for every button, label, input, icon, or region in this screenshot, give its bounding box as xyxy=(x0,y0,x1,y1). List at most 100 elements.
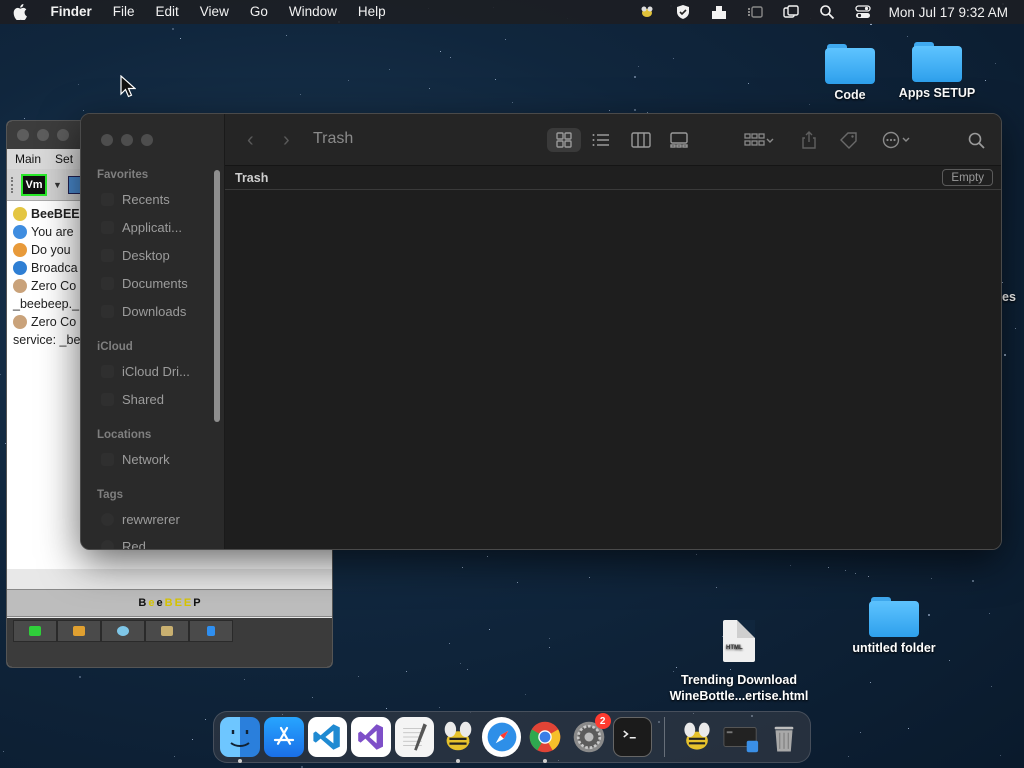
menu-view[interactable]: View xyxy=(189,0,239,24)
list-view-button[interactable] xyxy=(585,128,617,152)
action-menu-button[interactable] xyxy=(875,128,919,152)
tab-files[interactable] xyxy=(189,620,233,642)
sidebar-item-network[interactable]: Network xyxy=(101,452,170,467)
sidebar-item-documents[interactable]: Documents xyxy=(101,276,188,291)
sidebar-item-downloads[interactable]: Downloads xyxy=(101,304,186,319)
window-thumbnail-icon xyxy=(723,727,758,753)
icon-view-button[interactable] xyxy=(547,128,581,152)
share-button[interactable] xyxy=(795,128,823,152)
search-button[interactable] xyxy=(963,128,991,152)
dock-app-terminal[interactable] xyxy=(612,717,653,757)
sidebar-scrollbar[interactable] xyxy=(214,170,220,422)
menu-go[interactable]: Go xyxy=(239,0,278,24)
bear-icon xyxy=(13,315,27,329)
stage-manager-icon[interactable] xyxy=(737,0,773,24)
sidebar-item-shared[interactable]: Shared xyxy=(101,392,164,407)
running-indicator xyxy=(238,759,242,763)
desktop-html-file[interactable]: HTML Trending Download WineBottle...erti… xyxy=(664,620,814,704)
close-button[interactable] xyxy=(17,129,29,141)
back-arrow-icon[interactable]: ‹ xyxy=(247,129,254,152)
dock-app-beebeep[interactable] xyxy=(438,717,478,763)
sidebar-item-recents[interactable]: Recents xyxy=(101,192,170,207)
ellipsis-circle-icon xyxy=(882,131,910,149)
desktop-folder-apps-setup[interactable]: Apps SETUP xyxy=(896,42,978,100)
beebeep-menu-main[interactable]: Main xyxy=(15,152,41,166)
chat-icon xyxy=(29,626,41,636)
network-status-icon[interactable] xyxy=(701,0,737,24)
desktop-icon xyxy=(101,249,114,262)
sidebar-item-tag-rewwrerer[interactable]: rewwrerer xyxy=(101,512,180,527)
beebeep-status-icon[interactable] xyxy=(629,0,665,24)
dock-app-textedit[interactable] xyxy=(394,717,435,757)
tab-messages[interactable] xyxy=(101,620,145,642)
zoom-button[interactable] xyxy=(141,134,153,146)
bee-icon xyxy=(13,207,27,221)
spotlight-search-icon[interactable] xyxy=(809,0,845,24)
tab-users[interactable] xyxy=(57,620,101,642)
brand-letter: P xyxy=(193,597,203,609)
sidebar-section-tags: Tags xyxy=(97,489,123,501)
menu-edit[interactable]: Edit xyxy=(145,0,189,24)
group-by-button[interactable] xyxy=(737,128,781,152)
broadcast-icon xyxy=(13,261,27,275)
columns-icon xyxy=(631,132,651,148)
dock-minimized-window[interactable] xyxy=(721,717,761,757)
minimize-button[interactable] xyxy=(37,129,49,141)
sidebar-item-applications[interactable]: Applicati... xyxy=(101,220,182,235)
share-icon xyxy=(802,131,816,149)
finder-content-area[interactable] xyxy=(225,191,1001,549)
minimize-button[interactable] xyxy=(121,134,133,146)
empty-trash-button[interactable]: Empty xyxy=(942,169,993,186)
menu-window[interactable]: Window xyxy=(278,0,347,24)
desktop-folder-untitled[interactable]: untitled folder xyxy=(848,597,940,655)
dock-minimized-beebeep[interactable] xyxy=(677,717,717,757)
close-button[interactable] xyxy=(101,134,113,146)
desktop-partial-label: es xyxy=(1002,290,1016,304)
html-document-icon: HTML xyxy=(723,620,755,662)
menu-app-name[interactable]: Finder xyxy=(40,0,102,24)
desktop-icon-label: untitled folder xyxy=(852,641,936,655)
sidebar-item-desktop[interactable]: Desktop xyxy=(101,248,170,263)
vpn-shield-icon[interactable] xyxy=(665,0,701,24)
column-view-button[interactable] xyxy=(625,128,657,152)
dock-app-app-store[interactable] xyxy=(264,717,304,757)
dock-app-finder[interactable] xyxy=(220,717,260,763)
finder-window[interactable]: Favorites Recents Applicati... Desktop D… xyxy=(80,113,1002,550)
zoom-button[interactable] xyxy=(57,129,69,141)
beebeep-icon xyxy=(684,722,710,750)
desktop-folder-code[interactable]: Code xyxy=(820,44,880,102)
dock-app-system-settings[interactable]: 2 xyxy=(569,713,611,757)
log-line: You are xyxy=(31,225,74,239)
tags-button[interactable] xyxy=(835,128,863,152)
forward-arrow-icon[interactable]: › xyxy=(283,129,290,152)
chevron-down-icon[interactable]: ▼ xyxy=(53,180,62,190)
applications-icon xyxy=(101,221,114,234)
running-indicator xyxy=(543,759,548,763)
tab-chat[interactable] xyxy=(13,620,57,642)
list-icon xyxy=(592,134,609,146)
shared-folder-icon xyxy=(101,393,114,406)
mouse-cursor-icon xyxy=(120,75,136,98)
menu-help[interactable]: Help xyxy=(347,0,396,24)
dock-app-vscode[interactable] xyxy=(307,717,348,757)
menu-bar: Finder File Edit View Go Window Help Mon… xyxy=(0,0,1024,24)
dock-app-chrome[interactable] xyxy=(525,717,565,763)
sidebar-item-tag-red[interactable]: Red xyxy=(101,539,146,549)
control-center-icon[interactable] xyxy=(845,0,881,24)
clock-icon xyxy=(101,193,114,206)
tab-groups[interactable] xyxy=(145,620,189,642)
menu-file[interactable]: File xyxy=(102,0,145,24)
vm-status-button[interactable]: Vm xyxy=(21,173,47,196)
menu-clock[interactable]: Mon Jul 17 9:32 AM xyxy=(881,5,1008,20)
dock-trash[interactable] xyxy=(764,717,804,757)
screen-mirroring-icon[interactable] xyxy=(773,0,809,24)
beebeep-menu-settings[interactable]: Set xyxy=(55,152,73,166)
dock-app-visual-studio[interactable] xyxy=(351,717,391,757)
brand-letter: e xyxy=(156,597,165,609)
gallery-view-button[interactable] xyxy=(663,128,695,152)
apple-menu-icon[interactable] xyxy=(0,1,40,24)
file-label-line1: Trending Download xyxy=(681,673,797,687)
dock-app-safari[interactable] xyxy=(481,717,522,757)
grid-icon xyxy=(556,132,572,148)
sidebar-item-icloud-drive[interactable]: iCloud Dri... xyxy=(101,364,190,379)
